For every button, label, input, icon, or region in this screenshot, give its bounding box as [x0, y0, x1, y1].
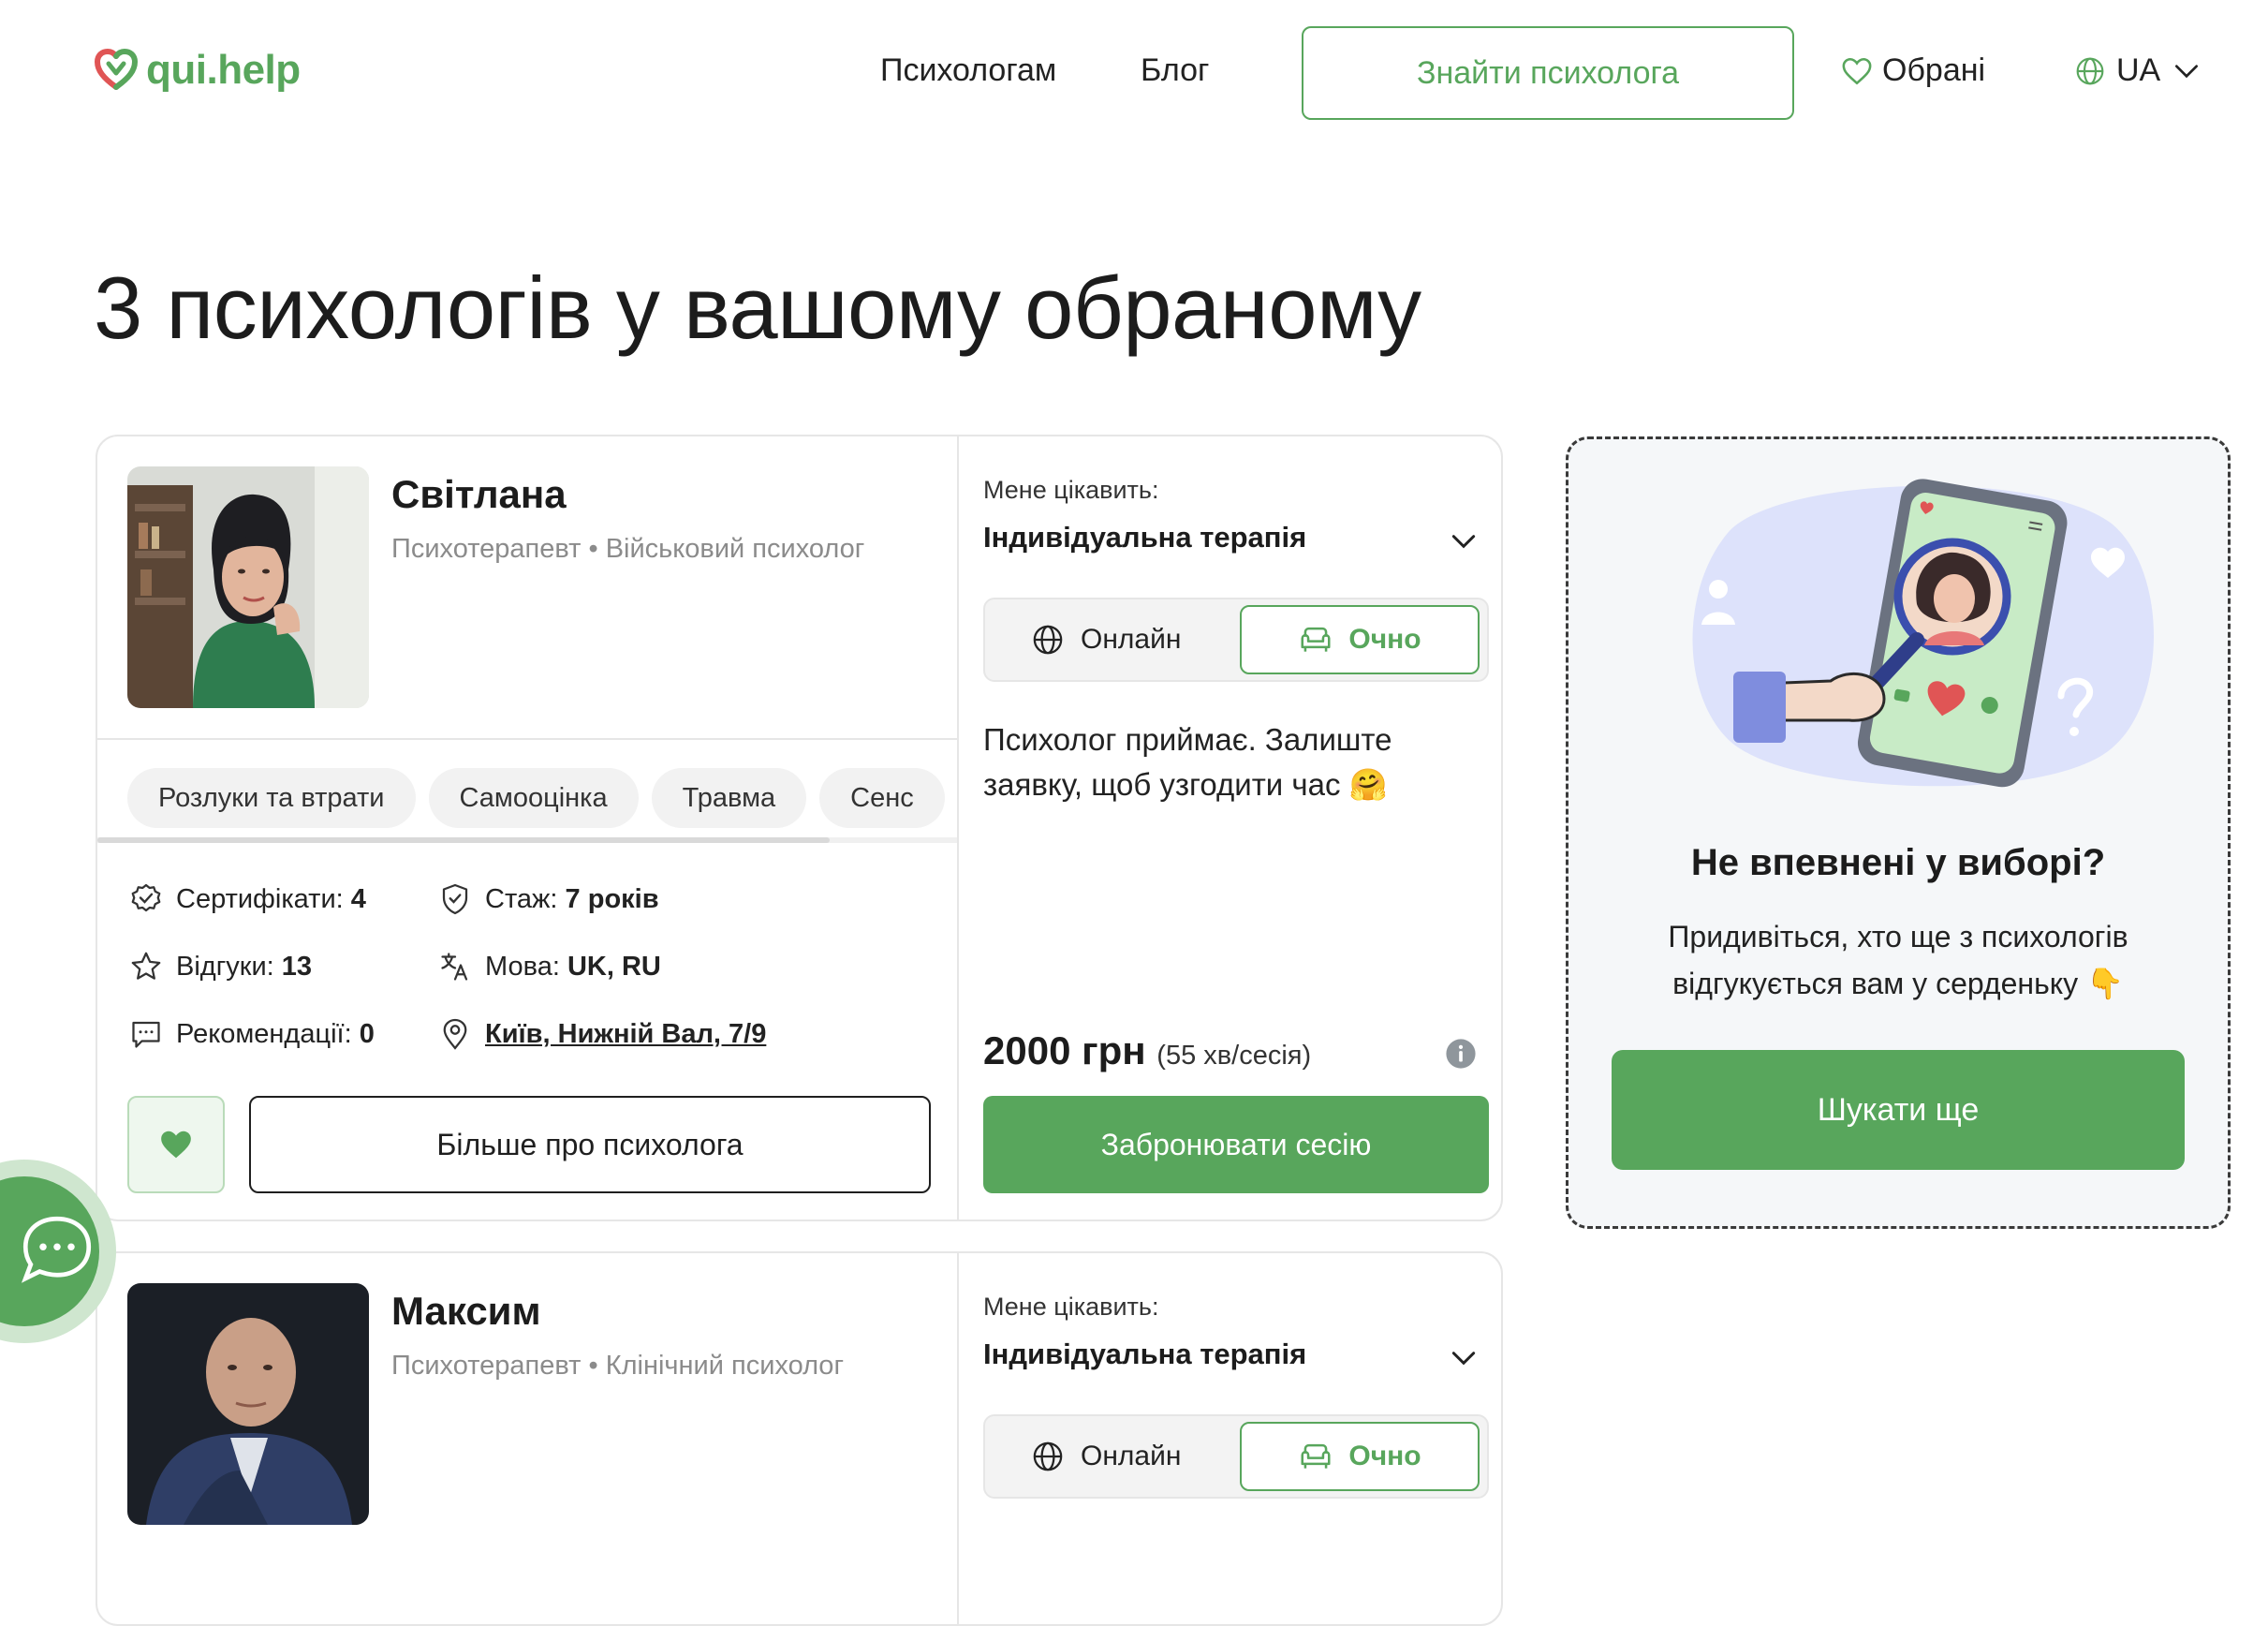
- globe-icon: [1033, 625, 1063, 655]
- location-link[interactable]: Київ, Нижній Вал, 7/9: [485, 1019, 766, 1050]
- search-more-button[interactable]: Шукати ще: [1612, 1050, 2185, 1170]
- psychologist-photo[interactable]: [127, 466, 369, 708]
- interest-select[interactable]: Індивідуальна терапія: [983, 1338, 1306, 1371]
- session-mode-toggle: Онлайн Очно: [983, 598, 1489, 682]
- tag-item[interactable]: Сенс: [819, 768, 945, 828]
- chat-message-icon: [132, 1021, 160, 1048]
- mode-offline-label: Очно: [1348, 1441, 1421, 1471]
- language-selector[interactable]: UA: [2075, 52, 2202, 89]
- psychologist-card: Максим Психотерапевт • Клінічний психоло…: [96, 1251, 1503, 1626]
- certificate-badge-icon: [131, 883, 161, 912]
- logo-text: qui.help: [146, 47, 301, 93]
- phone-search-illustration: [1692, 479, 2154, 788]
- session-mode-toggle: Онлайн Очно: [983, 1414, 1489, 1499]
- language-stat-value: UK, RU: [567, 951, 661, 982]
- globe-icon: [1033, 1441, 1063, 1471]
- heart-outline-icon: [1842, 57, 1872, 84]
- star-icon: [131, 952, 161, 980]
- reviews-value: 13: [281, 951, 313, 982]
- availability-message: Психолог приймає. Залиште заявку, щоб уз…: [983, 722, 1392, 802]
- tags-scrollbar-thumb[interactable]: [97, 837, 830, 843]
- mode-offline-option[interactable]: Очно: [1240, 1422, 1480, 1491]
- tag-item[interactable]: Травма: [651, 768, 807, 828]
- card-left-section: Світлана Психотерапевт • Військовий псих…: [97, 436, 957, 1220]
- mode-offline-label: Очно: [1348, 624, 1421, 655]
- experience-label: Стаж:: [485, 883, 558, 914]
- mode-online-label: Онлайн: [1081, 1441, 1182, 1471]
- session-price: 2000 грн (55 хв/сесія): [983, 1028, 1311, 1073]
- photo-image: [127, 466, 369, 708]
- logo[interactable]: qui.help: [94, 47, 301, 94]
- logo-heart-icon: [94, 48, 139, 90]
- heart-filled-icon: [161, 1131, 191, 1159]
- tags-list[interactable]: Розлуки та втрати Самооцінка Травма Сенс: [127, 768, 957, 835]
- card-left-section: Максим Психотерапевт • Клінічний психоло…: [97, 1253, 957, 1624]
- chevron-down-icon[interactable]: [1449, 526, 1479, 556]
- shield-check-icon: [442, 883, 468, 915]
- psychologist-role: Психотерапевт • Клінічний психолог: [391, 1351, 845, 1381]
- side-panel-title: Не впевнені у виборі?: [1690, 842, 2106, 883]
- favorites-label: Обрані: [1882, 52, 1986, 88]
- recommendations-value: 0: [359, 1018, 375, 1049]
- map-pin-icon: [443, 1018, 467, 1050]
- psychologist-name[interactable]: Максим: [391, 1289, 541, 1334]
- recommendations-stat: Рекомендації: 0: [129, 1017, 375, 1051]
- language-stat: Мова: UK, RU: [438, 950, 661, 983]
- favorites-link[interactable]: Обрані: [1841, 52, 1985, 89]
- interest-select[interactable]: Індивідуальна терапія: [983, 521, 1306, 554]
- location-stat[interactable]: Київ, Нижній Вал, 7/9: [438, 1017, 766, 1051]
- psychologist-name[interactable]: Світлана: [391, 472, 567, 517]
- experience-value: 7 років: [565, 883, 659, 914]
- mode-online-label: Онлайн: [1081, 624, 1182, 655]
- find-psychologist-button[interactable]: Знайти психолога: [1302, 26, 1794, 120]
- mode-online-option[interactable]: Онлайн: [1032, 599, 1181, 680]
- nav-blog[interactable]: Блог: [1141, 52, 1209, 89]
- side-panel-text: Придивіться, хто ще з психологів відгуку…: [1668, 920, 2128, 1000]
- armchair-icon: [1301, 1443, 1331, 1469]
- experience-stat: Стаж: 7 років: [438, 882, 659, 916]
- interest-label: Мене цікавить:: [983, 1293, 1159, 1321]
- recommendations-label: Рекомендації:: [176, 1018, 352, 1049]
- chat-bubbles-icon: [21, 1216, 92, 1283]
- tag-item[interactable]: Розлуки та втрати: [127, 768, 416, 828]
- card-right-section: Мене цікавить: Індивідуальна терапія Онл…: [957, 1253, 1501, 1624]
- tag-item[interactable]: Самооцінка: [428, 768, 639, 828]
- price-value: 2000 грн: [983, 1028, 1146, 1072]
- book-session-button[interactable]: Забронювати сесію: [983, 1096, 1489, 1193]
- chevron-down-icon: [2175, 64, 2199, 78]
- page-title: 3 психологів у вашому обраному: [94, 259, 1421, 357]
- divider: [97, 738, 957, 740]
- language-stat-label: Мова:: [485, 951, 560, 982]
- certificates-value: 4: [350, 883, 366, 914]
- psychologist-card: Світлана Психотерапевт • Військовий псих…: [96, 435, 1503, 1221]
- favorite-toggle-button[interactable]: [127, 1096, 225, 1193]
- language-label: UA: [2116, 52, 2161, 88]
- mode-online-option[interactable]: Онлайн: [1032, 1416, 1181, 1497]
- nav-for-psychologists[interactable]: Психологам: [880, 52, 1056, 89]
- reviews-label: Відгуки:: [176, 951, 274, 982]
- card-right-section: Мене цікавить: Індивідуальна терапія Онл…: [957, 436, 1501, 1220]
- tags-scrollbar[interactable]: [97, 837, 957, 843]
- globe-icon: [2076, 57, 2104, 84]
- chat-widget-inner: [0, 1176, 99, 1326]
- reviews-stat: Відгуки: 13: [129, 950, 312, 983]
- translate-icon: [441, 953, 468, 981]
- psychologist-role: Психотерапевт • Військовий психолог: [391, 534, 865, 564]
- certificates-stat: Сертифікати: 4: [129, 882, 366, 916]
- info-icon[interactable]: [1445, 1038, 1477, 1070]
- certificates-label: Сертифікати:: [176, 883, 344, 914]
- mode-offline-option[interactable]: Очно: [1240, 605, 1480, 674]
- armchair-icon: [1301, 627, 1331, 652]
- more-about-button[interactable]: Більше про психолога: [249, 1096, 931, 1193]
- price-note: (55 хв/сесія): [1156, 1041, 1312, 1071]
- interest-label: Мене цікавить:: [983, 476, 1159, 504]
- chevron-down-icon[interactable]: [1449, 1343, 1479, 1373]
- photo-image: [127, 1283, 369, 1525]
- not-sure-panel: Не впевнені у виборі? Придивіться, хто щ…: [1566, 436, 2231, 1229]
- psychologist-photo[interactable]: [127, 1283, 369, 1525]
